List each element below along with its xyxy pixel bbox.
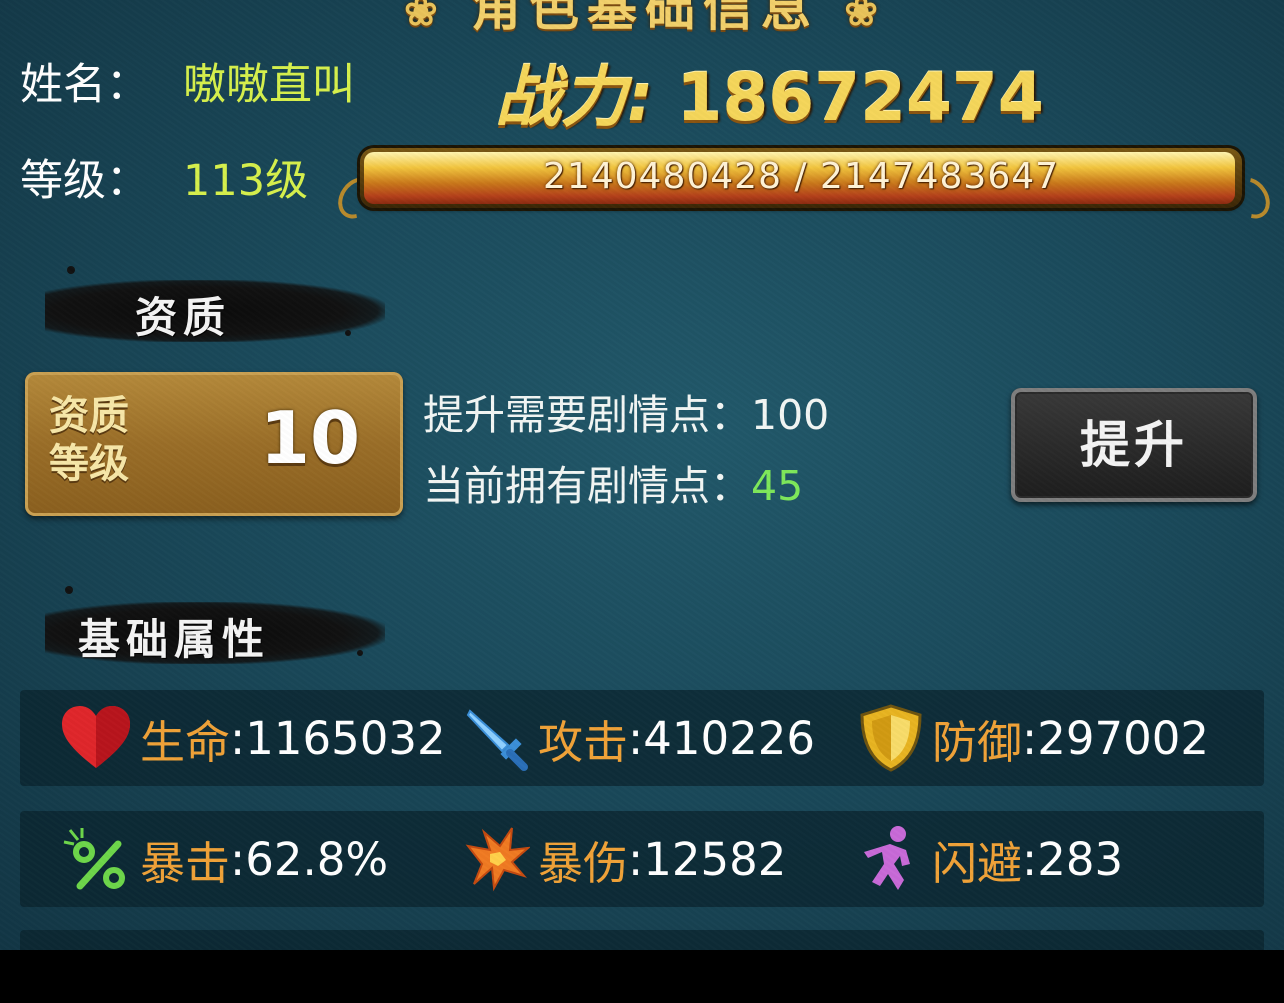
name-label: 姓名：	[20, 60, 149, 110]
title-ornament-left-icon: ❀	[404, 0, 446, 35]
attr-crit-damage-value: 12582	[643, 832, 787, 886]
character-info-panel: ❀ 角色基础信息 ❀ 姓名： 嗷嗷直叫 战力: 18672474 等级： 113…	[0, 0, 1284, 950]
aptitude-card-label-line2: 等级	[49, 440, 129, 487]
attr-dodge: 闪避 : 283	[858, 811, 1123, 907]
title-ornament-right-icon: ❀	[844, 0, 886, 35]
attr-crit-sep: :	[230, 832, 246, 886]
aptitude-card-label-line1: 资质	[49, 392, 129, 439]
power-label: 战力:	[495, 59, 654, 136]
aptitude-section-title: 资质	[135, 293, 232, 342]
level-label: 等级：	[20, 156, 149, 206]
attr-attack-name: 攻击	[538, 715, 629, 769]
owned-points-value: 45	[751, 462, 804, 510]
attr-hp-name: 生命	[140, 715, 231, 769]
attr-defense-value: 297002	[1037, 711, 1209, 765]
dodge-icon	[864, 826, 910, 890]
burst-icon	[465, 827, 530, 892]
percent-icon	[63, 828, 125, 890]
attribute-row-3	[20, 930, 1264, 950]
attr-attack: 攻击 : 410226	[464, 690, 815, 786]
attributes-section-title: 基础属性	[78, 615, 271, 664]
attr-hp-value: 1165032	[245, 711, 446, 765]
attr-crit-damage: 暴伤 : 12582	[464, 811, 786, 907]
combat-power: 战力: 18672474	[495, 44, 1044, 136]
required-points-label: 提升需要剧情点：	[423, 391, 751, 439]
attr-attack-value: 410226	[643, 711, 815, 765]
owned-points-line: 当前拥有剧情点：45	[423, 452, 803, 512]
attr-dodge-name: 闪避	[932, 836, 1023, 890]
aptitude-level-card: 资质 等级 10	[25, 372, 403, 516]
sword-icon	[466, 709, 528, 771]
attr-defense: 防御 : 297002	[858, 690, 1209, 786]
xp-text: 2140480428 / 2147483647	[542, 156, 1060, 197]
attr-crit-damage-name: 暴伤	[538, 836, 629, 890]
attribute-row-1: 生命 : 1165032 攻击 : 410226 防御 : 297002	[20, 690, 1264, 786]
attr-crit-name: 暴击	[140, 836, 231, 890]
attr-hp: 生命 : 1165032	[60, 690, 446, 786]
upgrade-button[interactable]: 提升	[1011, 388, 1257, 502]
attr-dodge-value: 283	[1037, 832, 1124, 886]
attr-attack-sep: :	[628, 711, 644, 765]
panel-title-text: 角色基础信息	[471, 0, 819, 37]
power-value: 18672474	[676, 59, 1044, 136]
required-points-line: 提升需要剧情点：100	[423, 381, 829, 441]
xp-progress-bar: 2140480428 / 2147483647	[360, 148, 1242, 208]
attr-dodge-sep: :	[1022, 832, 1038, 886]
attr-defense-sep: :	[1022, 711, 1038, 765]
player-name: 嗷嗷直叫	[183, 60, 355, 110]
required-points-value: 100	[751, 391, 830, 439]
shield-icon	[860, 704, 922, 772]
aptitude-card-label: 资质 等级	[49, 392, 189, 488]
attr-crit-value: 62.8%	[245, 832, 389, 886]
attr-crit: 暴击 : 62.8%	[60, 811, 388, 907]
attr-defense-name: 防御	[932, 715, 1023, 769]
aptitude-level-value: 10	[259, 396, 361, 480]
player-level: 113级	[183, 156, 309, 206]
attribute-row-2: 暴击 : 62.8% 暴伤 : 12582 闪避 : 283	[20, 811, 1264, 907]
attr-crit-damage-sep: :	[628, 832, 644, 886]
heart-icon	[62, 706, 130, 768]
attr-hp-sep: :	[230, 711, 246, 765]
panel-title: ❀ 角色基础信息 ❀	[300, 0, 990, 37]
owned-points-label: 当前拥有剧情点：	[423, 462, 751, 510]
